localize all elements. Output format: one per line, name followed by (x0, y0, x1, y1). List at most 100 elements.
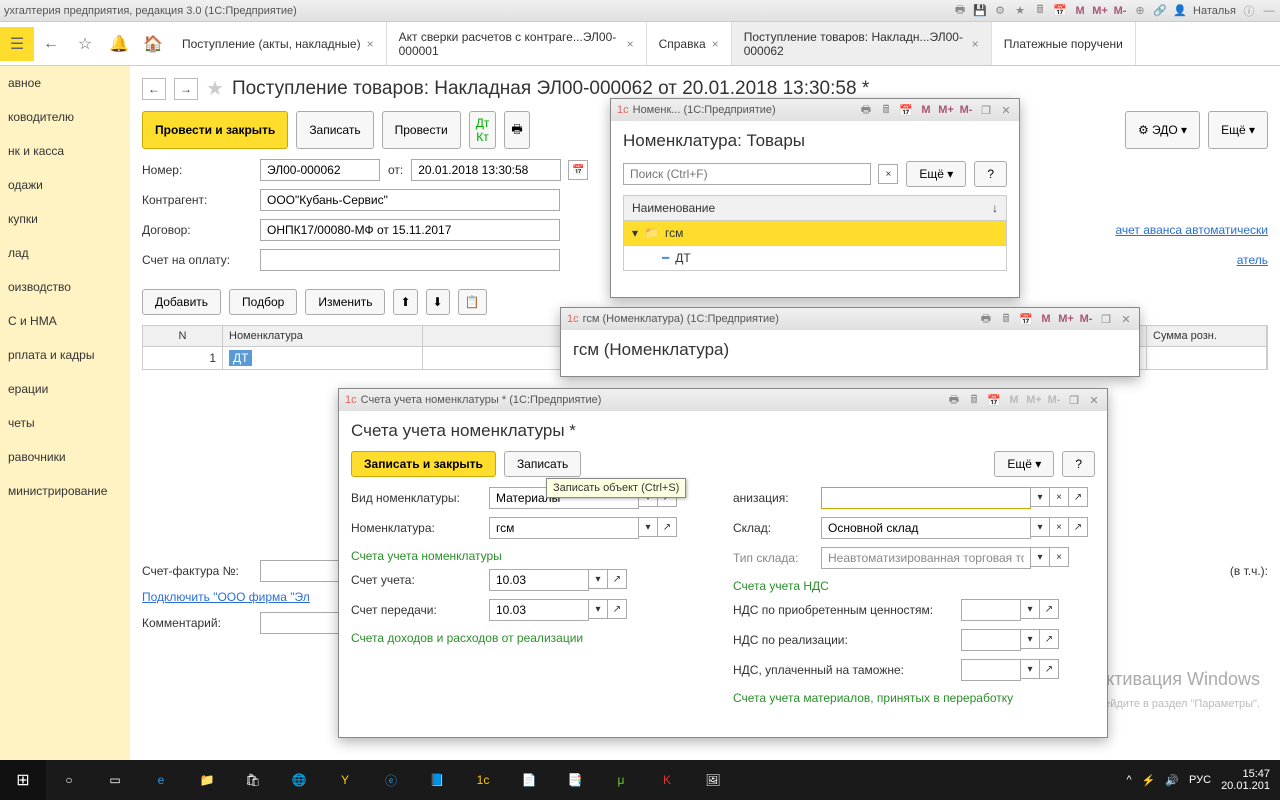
user-icon[interactable]: 👤 (1173, 4, 1187, 18)
open-icon[interactable]: ↗ (1039, 599, 1059, 619)
sender-link[interactable]: атель (1237, 253, 1268, 267)
dropdown-icon[interactable]: ▾ (1030, 547, 1050, 567)
page-back[interactable]: ← (142, 78, 166, 100)
task-yandex[interactable]: Y (322, 760, 368, 800)
zoom-icon[interactable]: ⊕ (1133, 4, 1147, 18)
task-1c[interactable]: 1c (460, 760, 506, 800)
tray-date[interactable]: 20.01.201 (1221, 780, 1270, 792)
open-icon[interactable]: ↗ (1068, 487, 1088, 507)
nomen-input[interactable] (489, 517, 639, 539)
print-icon[interactable]: 🖶 (859, 103, 873, 117)
sidebar-item-assets[interactable]: С и НМА (0, 304, 130, 338)
task-explorer[interactable]: 📁 (184, 760, 230, 800)
m-icon[interactable]: M (919, 103, 933, 117)
acc-input[interactable] (489, 569, 589, 591)
mplus-icon[interactable]: M+ (1093, 4, 1107, 18)
mminus-icon[interactable]: M- (1113, 4, 1127, 18)
mminus-icon[interactable]: M- (1079, 312, 1093, 326)
clear-icon[interactable]: × (1049, 547, 1069, 567)
sidebar-item-reports[interactable]: четы (0, 406, 130, 440)
select-button[interactable]: Подбор (229, 289, 297, 315)
calc-icon[interactable]: 🖩 (1033, 4, 1047, 18)
clear-icon[interactable]: × (1049, 517, 1069, 537)
mminus-icon[interactable]: M- (959, 103, 973, 117)
m-icon[interactable]: M (1073, 4, 1087, 18)
write-close-button[interactable]: Записать и закрыть (351, 451, 496, 477)
task-kaspersky[interactable]: K (644, 760, 690, 800)
close-icon[interactable]: ✕ (1087, 393, 1101, 407)
print-icon[interactable]: 🖶 (947, 393, 961, 407)
more-button[interactable]: Ещё ▾ (906, 161, 966, 187)
calendar-icon[interactable]: 📅 (1053, 4, 1067, 18)
close-icon[interactable]: × (627, 37, 634, 51)
dropdown-icon[interactable]: ▾ (638, 517, 658, 537)
restore-icon[interactable]: ❐ (1067, 393, 1081, 407)
sidebar-item-purchases[interactable]: купки (0, 202, 130, 236)
task-chrome[interactable]: 🌐 (276, 760, 322, 800)
sidebar-item-admin[interactable]: министрирование (0, 474, 130, 508)
task-app4[interactable]: 🖼 (690, 760, 736, 800)
post-button[interactable]: Провести (382, 111, 461, 149)
post-close-button[interactable]: Провести и закрыть (142, 111, 288, 149)
more-button[interactable]: Ещё ▾ (1208, 111, 1268, 149)
restore-icon[interactable]: ❐ (979, 103, 993, 117)
copy-button[interactable]: 📋 (458, 289, 487, 315)
star-icon[interactable]: ★ (1013, 4, 1027, 18)
dropdown-icon[interactable]: ▾ (1030, 517, 1050, 537)
star-nav[interactable]: ☆ (68, 27, 102, 61)
open-icon[interactable]: ↗ (1068, 517, 1088, 537)
open-icon[interactable]: ↗ (657, 517, 677, 537)
m-icon[interactable]: M (1039, 312, 1053, 326)
calendar-icon[interactable]: 📅 (568, 160, 588, 180)
write-button[interactable]: Записать (296, 111, 373, 149)
task-app3[interactable]: 📑 (552, 760, 598, 800)
print-icon[interactable]: 🖶 (979, 312, 993, 326)
m-icon[interactable]: M (1007, 393, 1021, 407)
save-icon[interactable]: 💾 (973, 4, 987, 18)
print-icon[interactable]: 🖶 (953, 4, 967, 18)
print-button[interactable]: 🖶 (504, 111, 529, 149)
tray-vol-icon[interactable]: 🔊 (1165, 774, 1179, 787)
start-button[interactable]: ⊞ (0, 760, 46, 800)
sidebar-item-production[interactable]: оизводство (0, 270, 130, 304)
menu-button[interactable]: ☰ (0, 27, 34, 61)
tab-receipts[interactable]: Поступление (акты, накладные)× (170, 22, 387, 65)
help-button[interactable]: ? (1062, 451, 1095, 477)
min-icon[interactable]: — (1262, 4, 1276, 18)
dropdown-icon[interactable]: ▾ (588, 569, 608, 589)
close-icon[interactable]: × (712, 37, 719, 51)
help-icon[interactable]: ⓘ (1242, 4, 1256, 18)
sidebar-item-salary[interactable]: рплата и кадры (0, 338, 130, 372)
clear-icon[interactable]: × (878, 164, 898, 184)
dropdown-icon[interactable]: ▾ (1020, 659, 1040, 679)
down-button[interactable]: ⬇ (426, 289, 450, 315)
trans-input[interactable] (489, 599, 589, 621)
mminus-icon[interactable]: M- (1047, 393, 1061, 407)
sidebar-item-operations[interactable]: ерации (0, 372, 130, 406)
sidebar-item-sales[interactable]: одажи (0, 168, 130, 202)
mplus-icon[interactable]: M+ (1059, 312, 1073, 326)
clear-icon[interactable]: × (1049, 487, 1069, 507)
advance-link[interactable]: ачет аванса автоматически (1115, 223, 1268, 237)
calendar-icon[interactable]: 📅 (899, 103, 913, 117)
contract-input[interactable] (260, 219, 560, 241)
org-input[interactable] (821, 487, 1031, 509)
more-button[interactable]: Ещё ▾ (994, 451, 1054, 477)
number-input[interactable] (260, 159, 380, 181)
dtdk-button[interactable]: ДтКт (469, 111, 497, 149)
task-store[interactable]: 🛍 (230, 760, 276, 800)
calendar-icon[interactable]: 📅 (987, 393, 1001, 407)
restore-icon[interactable]: ❐ (1099, 312, 1113, 326)
task-app1[interactable]: 📘 (414, 760, 460, 800)
open-icon[interactable]: ↗ (1039, 629, 1059, 649)
vat-sell-input[interactable] (961, 629, 1021, 651)
tray-net-icon[interactable]: ⚡ (1142, 774, 1156, 787)
dropdown-icon[interactable]: ▾ (1020, 629, 1040, 649)
task-utorrent[interactable]: μ (598, 760, 644, 800)
help-button[interactable]: ? (974, 161, 1007, 187)
tab-help[interactable]: Справка× (647, 22, 732, 65)
open-icon[interactable]: ↗ (607, 599, 627, 619)
calc-icon[interactable]: 🖩 (967, 393, 981, 407)
tab-reconciliation[interactable]: Акт сверки расчетов с контраге...ЭЛ00-00… (387, 22, 647, 65)
edit-button[interactable]: Изменить (305, 289, 385, 315)
